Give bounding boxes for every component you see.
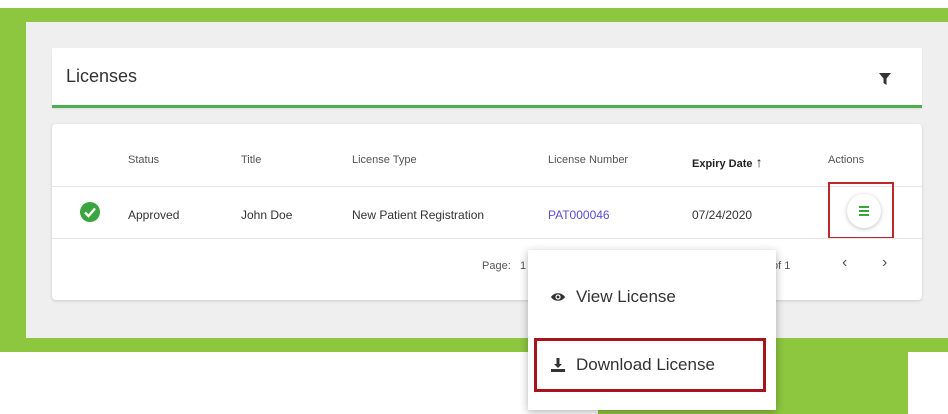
cell-expiry-date: 07/24/2020: [692, 208, 753, 222]
row-divider: [52, 238, 922, 239]
cell-title: John Doe: [241, 208, 293, 222]
bottom-white-right: [908, 352, 948, 414]
actions-menu-button[interactable]: [847, 194, 881, 228]
menu-item-label: View License: [576, 287, 676, 306]
page-title: Licenses: [66, 66, 138, 86]
approved-check-icon: [80, 202, 100, 222]
sort-ascending-icon: ↑: [755, 154, 763, 170]
page-number-input[interactable]: 1: [520, 260, 526, 272]
column-header-license-number[interactable]: License Number: [548, 154, 628, 166]
column-header-actions: Actions: [828, 154, 865, 166]
filter-icon[interactable]: [878, 72, 892, 86]
licenses-header: Licenses: [52, 48, 922, 108]
download-highlight: [534, 338, 766, 392]
cell-license-number-link[interactable]: PAT000046: [548, 208, 610, 222]
column-header-status[interactable]: Status: [128, 154, 159, 166]
actions-highlight: [828, 182, 894, 239]
cell-license-type: New Patient Registration: [352, 208, 485, 222]
column-header-expiry-date[interactable]: Expiry Date ↑: [692, 154, 763, 170]
actions-dropdown-menu: View License Download License: [528, 250, 776, 410]
column-header-license-type[interactable]: License Type: [352, 154, 417, 166]
next-page-button[interactable]: ›: [882, 254, 887, 272]
stage: Licenses Status Title License Type Licen…: [0, 0, 948, 414]
previous-page-button[interactable]: ‹: [842, 254, 847, 272]
page-label: Page:: [482, 260, 511, 272]
menu-item-view-license[interactable]: View License: [528, 266, 776, 328]
column-header-title[interactable]: Title: [241, 154, 261, 166]
licenses-table: Status Title License Type License Number…: [52, 124, 922, 300]
header-divider: [52, 186, 922, 187]
expiry-date-label: Expiry Date: [692, 158, 753, 170]
hamburger-icon: [859, 206, 869, 216]
cell-status: Approved: [128, 208, 180, 222]
bottom-white-left: [0, 352, 598, 414]
eye-icon: [551, 293, 565, 301]
